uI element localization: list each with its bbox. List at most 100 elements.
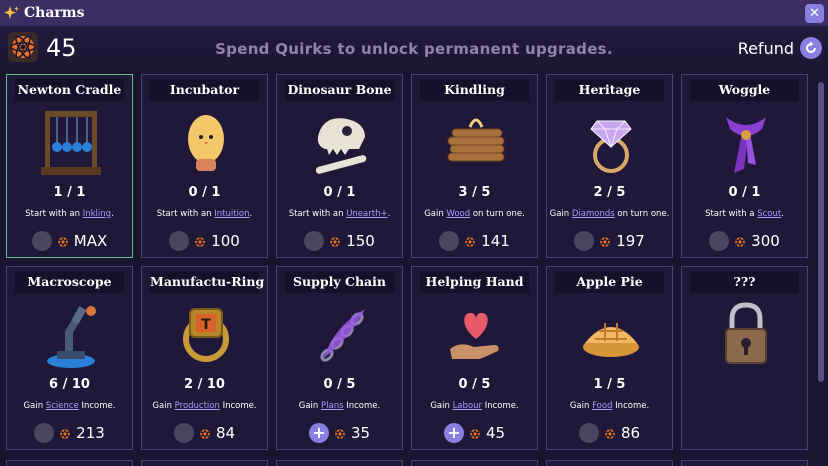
- cost-value: 213: [76, 424, 105, 442]
- charm-desc-link[interactable]: Intuition: [214, 209, 249, 219]
- charm-card-pie[interactable]: Apple Pie 1 / 5 Gain Food Income. 86: [546, 266, 673, 450]
- charm-title: Newton Cradle: [15, 79, 124, 101]
- quirk-cost-icon: [193, 234, 207, 248]
- charm-level: 1 / 1: [53, 185, 86, 200]
- diamond-ring-icon: [575, 103, 647, 181]
- charm-level: 0 / 1: [188, 185, 221, 200]
- charm-card-wood-bundle[interactable]: Kindling 3 / 5 Gain Wood on turn one. 141: [411, 74, 538, 258]
- charm-desc-link[interactable]: Diamonds: [572, 209, 615, 219]
- charm-desc-link[interactable]: Unearth+: [346, 209, 387, 219]
- header-subtitle: Spend Quirks to unlock permanent upgrade…: [215, 40, 613, 58]
- cost-value: 150: [346, 232, 375, 250]
- charm-desc-link[interactable]: Plans: [321, 401, 344, 411]
- charm-desc-text: Gain: [152, 401, 175, 411]
- buy-button[interactable]: +: [443, 423, 464, 443]
- svg-text:T: T: [201, 317, 211, 333]
- buy-button[interactable]: [173, 423, 194, 443]
- charm-description: Gain Production Income.: [144, 401, 265, 411]
- refund-button[interactable]: Refund: [738, 36, 822, 60]
- charm-cost: 197: [547, 229, 672, 253]
- charm-description: Gain Plans Income.: [279, 401, 400, 411]
- charm-card-microscope[interactable]: Macroscope 6 / 10 Gain Science Income. 213: [6, 266, 133, 450]
- charm-desc-link[interactable]: Science: [46, 401, 79, 411]
- charm-card-chain-feather[interactable]: Supply Chain 0 / 5 Gain Plans Income. +35: [276, 266, 403, 450]
- charm-grid: Newton Cradle 1 / 1 Start with an Inkling.…: [6, 74, 810, 450]
- buy-button[interactable]: [578, 423, 599, 443]
- cost-value: 100: [211, 232, 240, 250]
- charm-title: Macroscope: [15, 271, 124, 293]
- quirk-cost-icon: [733, 234, 747, 248]
- charm-level: 0 / 5: [323, 377, 356, 392]
- cost-value: MAX: [73, 232, 108, 250]
- charm-title: Heritage: [555, 79, 664, 101]
- quirk-cost-icon: [328, 234, 342, 248]
- charm-title: Supply Chain: [285, 271, 394, 293]
- buy-button[interactable]: [34, 423, 55, 443]
- scrollbar[interactable]: [818, 82, 824, 382]
- charm-desc-text: Gain: [569, 401, 593, 411]
- charm-card-dino-skull[interactable]: Dinosaur Bone 0 / 1 Start with an Unearth+…: [276, 74, 403, 258]
- charm-card-hand-heart[interactable]: Helping Hand 0 / 5 Gain Labour Income. +45: [411, 266, 538, 450]
- charm-desc-text: Income.: [78, 401, 116, 411]
- buy-button[interactable]: [31, 231, 52, 251]
- charm-desc-text: Income.: [343, 401, 381, 411]
- charm-title: Kindling: [420, 79, 529, 101]
- buy-button[interactable]: +: [308, 423, 329, 443]
- charm-desc-link[interactable]: Labour: [453, 401, 482, 411]
- charm-title: Apple Pie: [555, 271, 664, 293]
- charm-cost: +45: [412, 421, 537, 445]
- cost-value: 45: [485, 424, 506, 442]
- charm-title: Woggle: [690, 79, 799, 101]
- quirk-cost-icon: [598, 234, 612, 248]
- charm-desc-link[interactable]: Scout: [757, 209, 781, 219]
- buy-button[interactable]: [304, 231, 325, 251]
- buy-button[interactable]: [169, 231, 190, 251]
- refund-label: Refund: [737, 38, 794, 58]
- next-row-card: [6, 460, 133, 466]
- charm-card-padlock[interactable]: ???: [681, 266, 808, 450]
- charm-title: Manufactu-Ring: [150, 271, 264, 293]
- charm-card-gold-ring[interactable]: Manufactu-Ring T 2 / 10 Gain Production Inc…: [141, 266, 268, 450]
- charm-desc-link[interactable]: Wood: [446, 209, 470, 219]
- cost-value: 35: [350, 424, 371, 442]
- quirk-cost-icon: [468, 426, 482, 440]
- sparkle-icon: [4, 5, 20, 21]
- header-bar: 45 Spend Quirks to unlock permanent upgr…: [0, 26, 828, 70]
- charm-cost: 213: [7, 421, 132, 445]
- quirk-cost-icon: [198, 426, 212, 440]
- charm-level: 0 / 1: [323, 185, 356, 200]
- charm-level: 0 / 5: [458, 377, 491, 392]
- charm-desc-text: Income.: [219, 401, 257, 411]
- hand-heart-icon: [440, 295, 512, 373]
- charm-desc-text: .: [781, 209, 784, 219]
- charm-desc-text: Gain: [424, 209, 447, 219]
- charm-cost: 84: [142, 421, 267, 445]
- charm-cost: 300: [682, 229, 807, 253]
- window-title: Charms: [24, 5, 85, 21]
- charm-desc-link[interactable]: Food: [592, 401, 612, 411]
- chain-feather-icon: [305, 295, 377, 373]
- charm-card-newton-cradle[interactable]: Newton Cradle 1 / 1 Start with an Inkling.…: [6, 74, 133, 258]
- charm-desc-text: Income.: [482, 401, 519, 411]
- charm-description: Start with a Scout.: [684, 209, 805, 219]
- charm-title: Incubator: [150, 79, 259, 101]
- buy-button[interactable]: [574, 231, 595, 251]
- charm-desc-link[interactable]: Production: [175, 401, 220, 411]
- charm-desc-link[interactable]: Inkling: [83, 209, 111, 219]
- charm-card-egg[interactable]: Incubator 0 / 1 Start with an Intuition. 10…: [141, 74, 268, 258]
- charm-level: 2 / 10: [184, 377, 225, 392]
- charm-card-scarf[interactable]: Woggle 0 / 1 Start with a Scout. 300: [681, 74, 808, 258]
- charm-cost: 86: [547, 421, 672, 445]
- cost-value: 141: [481, 232, 510, 250]
- close-button[interactable]: ✕: [805, 4, 824, 23]
- next-row-card: [141, 460, 268, 466]
- dino-skull-icon: [305, 103, 377, 181]
- buy-button[interactable]: [709, 231, 730, 251]
- microscope-icon: [35, 295, 107, 373]
- charm-desc-text: .: [249, 209, 253, 219]
- charm-cost: 150: [277, 229, 402, 253]
- padlock-icon: [710, 295, 782, 373]
- buy-button[interactable]: [439, 231, 460, 251]
- charm-level: 3 / 5: [458, 185, 491, 200]
- charm-card-diamond-ring[interactable]: Heritage 2 / 5 Gain Diamonds on turn one. 1…: [546, 74, 673, 258]
